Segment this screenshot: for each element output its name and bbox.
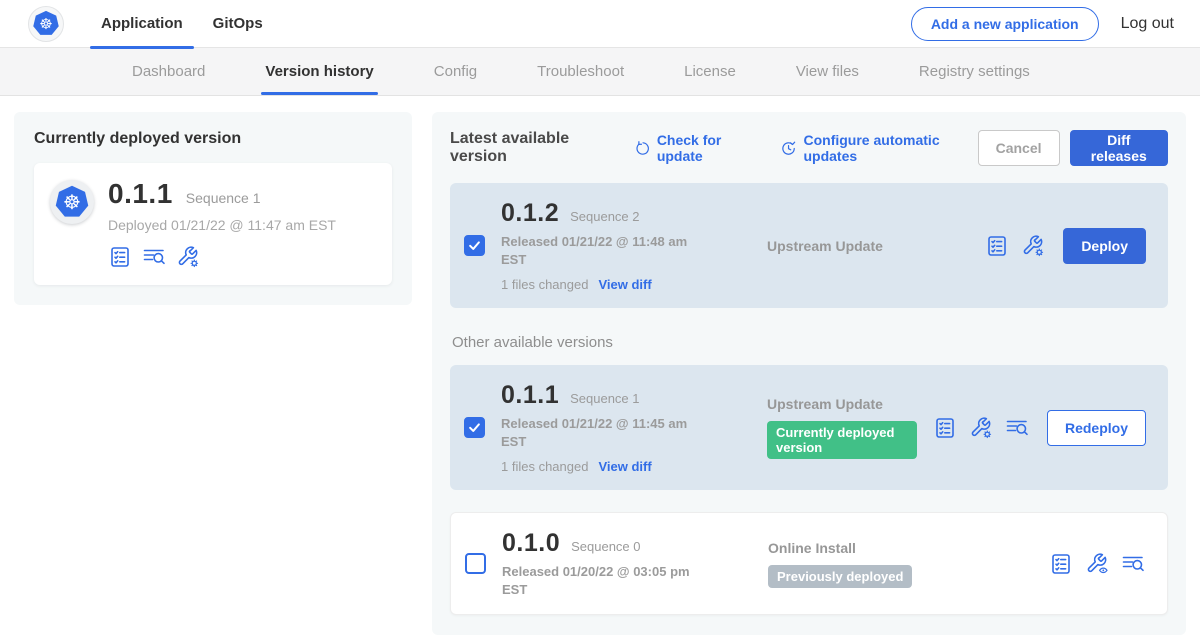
source-label: Online Install [768,540,1033,556]
files-changed: 1 files changed [501,277,588,292]
cancel-button[interactable]: Cancel [978,130,1060,166]
version-number: 0.1.1 [501,381,559,410]
view-logs-icon[interactable] [142,245,166,269]
subnav-version-history-label: Version history [265,63,373,80]
check-for-update-label: Check for update [657,132,760,164]
version-number: 0.1.2 [501,199,559,228]
subnav-troubleshoot-label: Troubleshoot [537,63,624,80]
version-source: Online Install Previously deployed [730,540,1033,588]
subnav-registry-settings[interactable]: Registry settings [915,48,1034,95]
files-changed: 1 files changed [501,459,588,474]
checkmark-icon [467,420,482,435]
app-icon: ☸ [50,180,94,224]
check-for-update-link[interactable]: Check for update [634,132,760,164]
other-versions-title: Other available versions [452,334,1168,351]
clock-refresh-icon [780,139,797,158]
configure-automatic-updates-label: Configure automatic updates [803,132,977,164]
version-checkbox[interactable] [464,235,485,256]
version-sequence: Sequence 2 [570,209,639,224]
view-diff-link[interactable]: View diff [598,459,651,474]
main-content: Currently deployed version ☸ 0.1.1 Seque… [0,96,1200,635]
latest-version-title: Latest available version [450,130,613,166]
subnav-dashboard-label: Dashboard [132,63,205,80]
latest-version-header: Latest available version Check for updat… [450,130,1168,166]
logout-button[interactable]: Log out [1121,15,1174,33]
tab-gitops[interactable]: GitOps [198,0,278,48]
configure-automatic-updates-link[interactable]: Configure automatic updates [780,132,977,164]
top-navbar: ☸ Application GitOps Add a new applicati… [0,0,1200,48]
version-info: 0.1.1 Sequence 1 Released 01/21/22 @ 11:… [501,381,713,474]
release-notes-icon[interactable] [1049,552,1073,576]
kubernetes-logo-icon: ☸ [32,10,61,38]
deployed-sequence: Sequence 1 [186,190,261,206]
subnav-view-files-label: View files [796,63,859,80]
subnav-dashboard[interactable]: Dashboard [128,48,209,95]
tab-gitops-label: GitOps [213,15,263,32]
version-number: 0.1.0 [502,529,560,558]
deployed-version-number: 0.1.1 [108,178,173,210]
release-notes-icon[interactable] [933,416,957,440]
subnav-config-label: Config [434,63,477,80]
tab-application-label: Application [101,15,183,32]
released-timestamp: Released 01/21/22 @ 11:45 am EST [501,415,699,450]
tab-application[interactable]: Application [86,0,198,48]
topnav-right: Add a new application Log out [911,7,1174,41]
version-checkbox[interactable] [464,417,485,438]
view-diff-link[interactable]: View diff [598,277,651,292]
version-actions: Redeploy [933,410,1146,446]
deploy-button[interactable]: Deploy [1063,228,1146,264]
view-config-icon[interactable] [1085,552,1109,576]
view-logs-icon[interactable] [1005,416,1029,440]
view-logs-icon[interactable] [1121,552,1145,576]
released-timestamp: Released 01/20/22 @ 03:05 pm EST [502,563,700,598]
subnav-view-files[interactable]: View files [792,48,863,95]
currently-deployed-title: Currently deployed version [34,130,392,148]
version-row-0-1-1: 0.1.1 Sequence 1 Released 01/21/22 @ 11:… [450,365,1168,490]
redeploy-button[interactable]: Redeploy [1047,410,1146,446]
version-source: Upstream Update Currently deployed versi… [729,396,917,459]
version-actions [1049,552,1145,576]
release-notes-icon[interactable] [108,245,132,269]
subnav-config[interactable]: Config [430,48,481,95]
add-application-button[interactable]: Add a new application [911,7,1099,41]
currently-deployed-badge: Currently deployed version [767,421,917,459]
deployed-version-info: 0.1.1 Sequence 1 Deployed 01/21/22 @ 11:… [108,178,336,269]
version-info: 0.1.2 Sequence 2 Released 01/21/22 @ 11:… [501,199,713,292]
diff-releases-button[interactable]: Diff releases [1070,130,1169,166]
subnav-registry-settings-label: Registry settings [919,63,1030,80]
subnav-version-history[interactable]: Version history [261,48,377,95]
subnav-troubleshoot[interactable]: Troubleshoot [533,48,628,95]
release-notes-icon[interactable] [985,234,1009,258]
version-checkbox[interactable] [465,553,486,574]
source-label: Upstream Update [767,396,917,412]
source-label: Upstream Update [767,238,969,254]
currently-deployed-panel: Currently deployed version ☸ 0.1.1 Seque… [14,112,412,305]
subnav-license-label: License [684,63,736,80]
version-info: 0.1.0 Sequence 0 Released 01/20/22 @ 03:… [502,529,714,598]
version-sequence: Sequence 1 [570,391,639,406]
subnav-license[interactable]: License [680,48,740,95]
app-subnav: Dashboard Version history Config Trouble… [0,48,1200,96]
edit-config-icon[interactable] [176,245,200,269]
app-logo: ☸ [28,6,64,42]
checkmark-icon [467,238,482,253]
version-sequence: Sequence 0 [571,539,640,554]
version-actions: Deploy [985,228,1146,264]
version-row-0-1-2: 0.1.2 Sequence 2 Released 01/21/22 @ 11:… [450,183,1168,308]
edit-config-icon[interactable] [1021,234,1045,258]
deployed-version-card: ☸ 0.1.1 Sequence 1 Deployed 01/21/22 @ 1… [34,163,392,285]
version-source: Upstream Update [729,238,969,254]
available-versions-panel: Latest available version Check for updat… [432,112,1186,635]
refresh-icon [634,139,651,158]
deployed-timestamp: Deployed 01/21/22 @ 11:47 am EST [108,217,336,233]
version-row-0-1-0: 0.1.0 Sequence 0 Released 01/20/22 @ 03:… [450,512,1168,615]
edit-config-icon[interactable] [969,416,993,440]
kubernetes-logo-icon: ☸ [54,184,91,220]
previously-deployed-badge: Previously deployed [768,565,912,588]
released-timestamp: Released 01/21/22 @ 11:48 am EST [501,233,699,268]
